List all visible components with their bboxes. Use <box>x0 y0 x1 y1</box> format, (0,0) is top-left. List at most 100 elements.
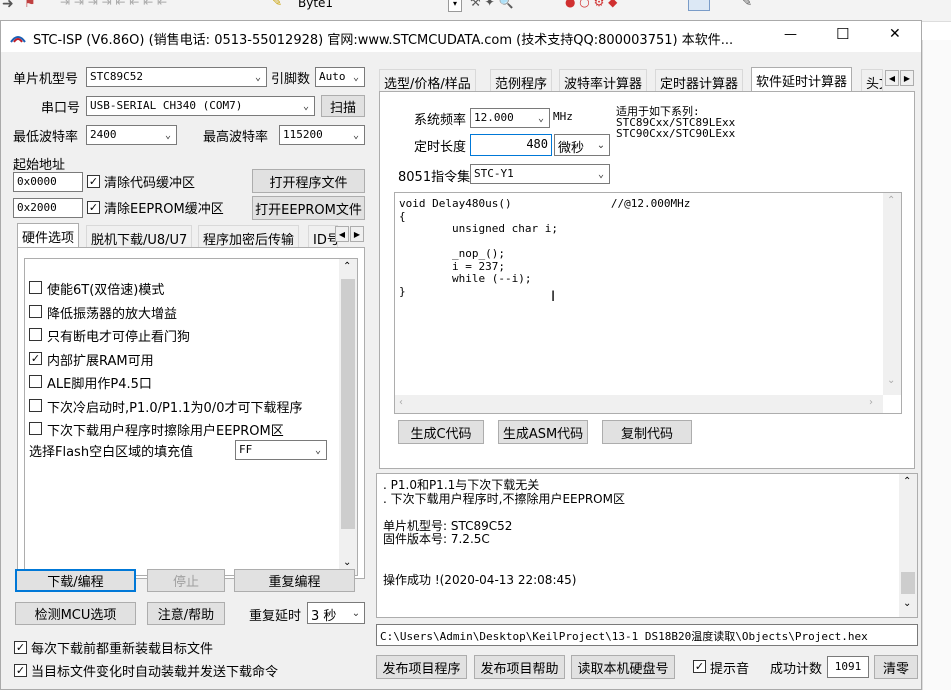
mcu-model-select[interactable]: STC89C52 ⌄ <box>86 67 267 87</box>
option-label: 内部扩展RAM可用 <box>47 353 154 369</box>
read-disk-id-button[interactable]: 读取本机硬盘号 <box>571 655 675 679</box>
tab-id[interactable]: ID号 <box>308 225 338 247</box>
code-hscrollbar[interactable]: ‹ › <box>395 395 883 413</box>
tab-examples[interactable]: 范例程序 <box>490 69 553 92</box>
scroll-up-icon[interactable]: ⌃ <box>903 476 911 487</box>
right-tab-scroll-right-icon[interactable]: ▶ <box>900 70 914 86</box>
delay-length-input[interactable]: 480 <box>470 134 552 156</box>
copy-code-button[interactable]: 复制代码 <box>602 420 692 444</box>
code-vscrollbar[interactable]: ⌃ ⌄ <box>883 193 901 395</box>
min-baud-select[interactable]: 2400 ⌄ <box>86 125 177 145</box>
open-eeprom-button[interactable]: 打开EEPROM文件 <box>252 196 365 220</box>
clear-code-checkbox[interactable]: ✓ <box>87 175 100 188</box>
publish-help-button[interactable]: 发布项目帮助 <box>474 655 565 679</box>
tab-selection-price[interactable]: 选型/价格/样品 <box>379 69 476 92</box>
minimize-button[interactable]: — <box>784 27 797 42</box>
scroll-down-icon[interactable]: ⌄ <box>343 557 351 568</box>
hex-path-field[interactable]: C:\Users\Admin\Desktop\KeilProject\13-1 … <box>376 624 918 646</box>
code-line: while (--i); <box>399 272 532 285</box>
tab-delay-calculator[interactable]: 软件延时计算器 <box>751 67 853 91</box>
delay-unit-select[interactable]: 微秒 ⌄ <box>554 134 610 156</box>
option-checkbox[interactable] <box>29 281 42 294</box>
tab-encrypted-transfer[interactable]: 程序加密后传输 <box>198 225 300 248</box>
toolbar-window-icon[interactable] <box>688 0 710 11</box>
tab-offline-download[interactable]: 脱机下载/U8/U7 <box>86 225 193 248</box>
toolbar-dropdown-icon[interactable]: ▾ <box>448 0 462 12</box>
toolbar-doc-icon[interactable]: ✎ <box>272 0 282 9</box>
options-list: 使能6T(双倍速)模式 降低振荡器的放大增益 只有断电才可停止看门狗 ✓ 内部扩展RAM… <box>24 258 358 576</box>
tab-scroll-left-icon[interactable]: ◀ <box>335 226 349 242</box>
tab-timer-calculator[interactable]: 定时器计算器 <box>655 69 744 92</box>
log-line: 固件版本号: 7.2.5C <box>383 532 490 546</box>
option-checkbox[interactable] <box>29 328 42 341</box>
clear-eeprom-label: 清除EEPROM缓冲区 <box>104 202 224 217</box>
chevron-down-icon: ⌄ <box>351 607 361 619</box>
clear-eeprom-checkbox[interactable]: ✓ <box>87 201 100 214</box>
option-label: 使能6T(双倍速)模式 <box>47 283 165 298</box>
port-select[interactable]: USB-SERIAL CH340 (COM7) ⌄ <box>86 96 315 116</box>
toolbar-indent-icons[interactable]: ⇥ ⇥ ⇥ ⇥ ⇤ ⇤ ⇤ ⇤ <box>60 0 167 9</box>
close-button[interactable]: ✕ <box>889 26 901 42</box>
reload-checkbox[interactable]: ✓ <box>14 641 27 654</box>
toolbar-doc-tab[interactable]: Byte1 <box>298 0 333 10</box>
tab-hardware-options[interactable]: 硬件选项 <box>17 223 80 247</box>
repeat-delay-select[interactable]: 3 秒 ⌄ <box>307 602 365 624</box>
tab-scroll-right-icon[interactable]: ▶ <box>350 226 364 242</box>
chevron-down-icon: ⌄ <box>254 71 262 83</box>
system-frequency-select[interactable]: 12.000 ⌄ <box>470 108 550 128</box>
chevron-down-icon: ⌄ <box>302 100 310 112</box>
frequency-unit: MHz <box>553 110 573 123</box>
start-address-input[interactable]: 0x0000 <box>13 172 83 192</box>
toolbar-arrow-icon[interactable]: ➜ <box>2 0 14 12</box>
download-program-button[interactable]: 下载/编程 <box>15 569 136 592</box>
open-program-button[interactable]: 打开程序文件 <box>252 169 365 193</box>
option-checkbox[interactable] <box>29 398 42 412</box>
auto-reload-checkbox[interactable]: ✓ <box>14 664 27 677</box>
log-line: 操作成功 !(2020-04-13 22:08:45) <box>383 572 577 587</box>
chevron-down-icon: ⌄ <box>352 129 360 141</box>
scroll-thumb[interactable] <box>341 279 355 529</box>
toolbar-flag-icon[interactable]: ⚑ <box>24 0 36 11</box>
publish-project-button[interactable]: 发布项目程序 <box>376 655 467 679</box>
scan-button[interactable]: 扫描 <box>321 95 365 117</box>
scroll-right-icon[interactable]: › <box>869 397 873 408</box>
option-label: 降低振荡器的放大增益 <box>47 306 178 322</box>
toolbar-debug-icons[interactable]: ● ○ ⚙ ◆ <box>565 0 617 9</box>
notes-help-button[interactable]: 注意/帮助 <box>147 602 225 625</box>
max-baud-select[interactable]: 115200 ⌄ <box>279 125 365 145</box>
option-checkbox[interactable]: ✓ <box>29 351 42 365</box>
tab-baud-calculator[interactable]: 波特率计算器 <box>559 69 648 92</box>
text-cursor-icon: I <box>551 289 556 305</box>
scroll-down-icon[interactable]: ⌄ <box>903 598 911 609</box>
options-scrollbar[interactable]: ⌃ ⌄ <box>339 259 357 575</box>
option-checkbox[interactable] <box>29 375 42 388</box>
scroll-up-icon[interactable]: ⌃ <box>343 261 351 272</box>
option-checkbox[interactable] <box>29 422 42 435</box>
tab-header-file[interactable]: 头文 <box>861 69 883 91</box>
repeat-program-button[interactable]: 重复编程 <box>234 569 355 592</box>
scroll-left-icon[interactable]: ‹ <box>399 397 403 408</box>
option-checkbox[interactable] <box>29 304 42 318</box>
generated-code-area[interactable]: void Delay480us() //@12.000MHz{ unsigned… <box>394 192 902 414</box>
generate-c-button[interactable]: 生成C代码 <box>398 420 484 444</box>
instruction-set-label: 8051指令集 <box>398 170 471 185</box>
generate-asm-button[interactable]: 生成ASM代码 <box>498 420 588 444</box>
stop-button[interactable]: 停止 <box>147 569 225 592</box>
delay-unit-value: 微秒 <box>558 141 585 156</box>
detect-mcu-button[interactable]: 检测MCU选项 <box>15 602 136 625</box>
toolbar-tools-icons[interactable]: ⚒ ✦ 🔍 <box>470 0 513 9</box>
pins-select[interactable]: Auto ⌄ <box>315 67 365 87</box>
scroll-up-icon[interactable]: ⌃ <box>887 195 895 206</box>
instruction-set-select[interactable]: STC-Y1 ⌄ <box>470 164 610 184</box>
log-output[interactable]: . P1.0和P1.1与下次下载无关. 下次下载用户程序时,不擦除用户EEPRO… <box>376 473 918 618</box>
fill-value-select[interactable]: FF ⌄ <box>235 440 327 460</box>
beep-checkbox[interactable]: ✓ <box>693 660 706 673</box>
scroll-down-icon[interactable]: ⌄ <box>887 375 895 386</box>
maximize-button[interactable]: ☐ <box>836 25 849 43</box>
clear-count-button[interactable]: 清零 <box>874 655 918 679</box>
log-scrollbar[interactable]: ⌃ ⌄ <box>899 474 917 617</box>
toolbar-wrench-icon[interactable]: ✎ <box>742 0 752 9</box>
scroll-thumb[interactable] <box>901 572 915 594</box>
eeprom-address-input[interactable]: 0x2000 <box>13 198 83 218</box>
right-tab-scroll-left-icon[interactable]: ◀ <box>885 70 899 86</box>
